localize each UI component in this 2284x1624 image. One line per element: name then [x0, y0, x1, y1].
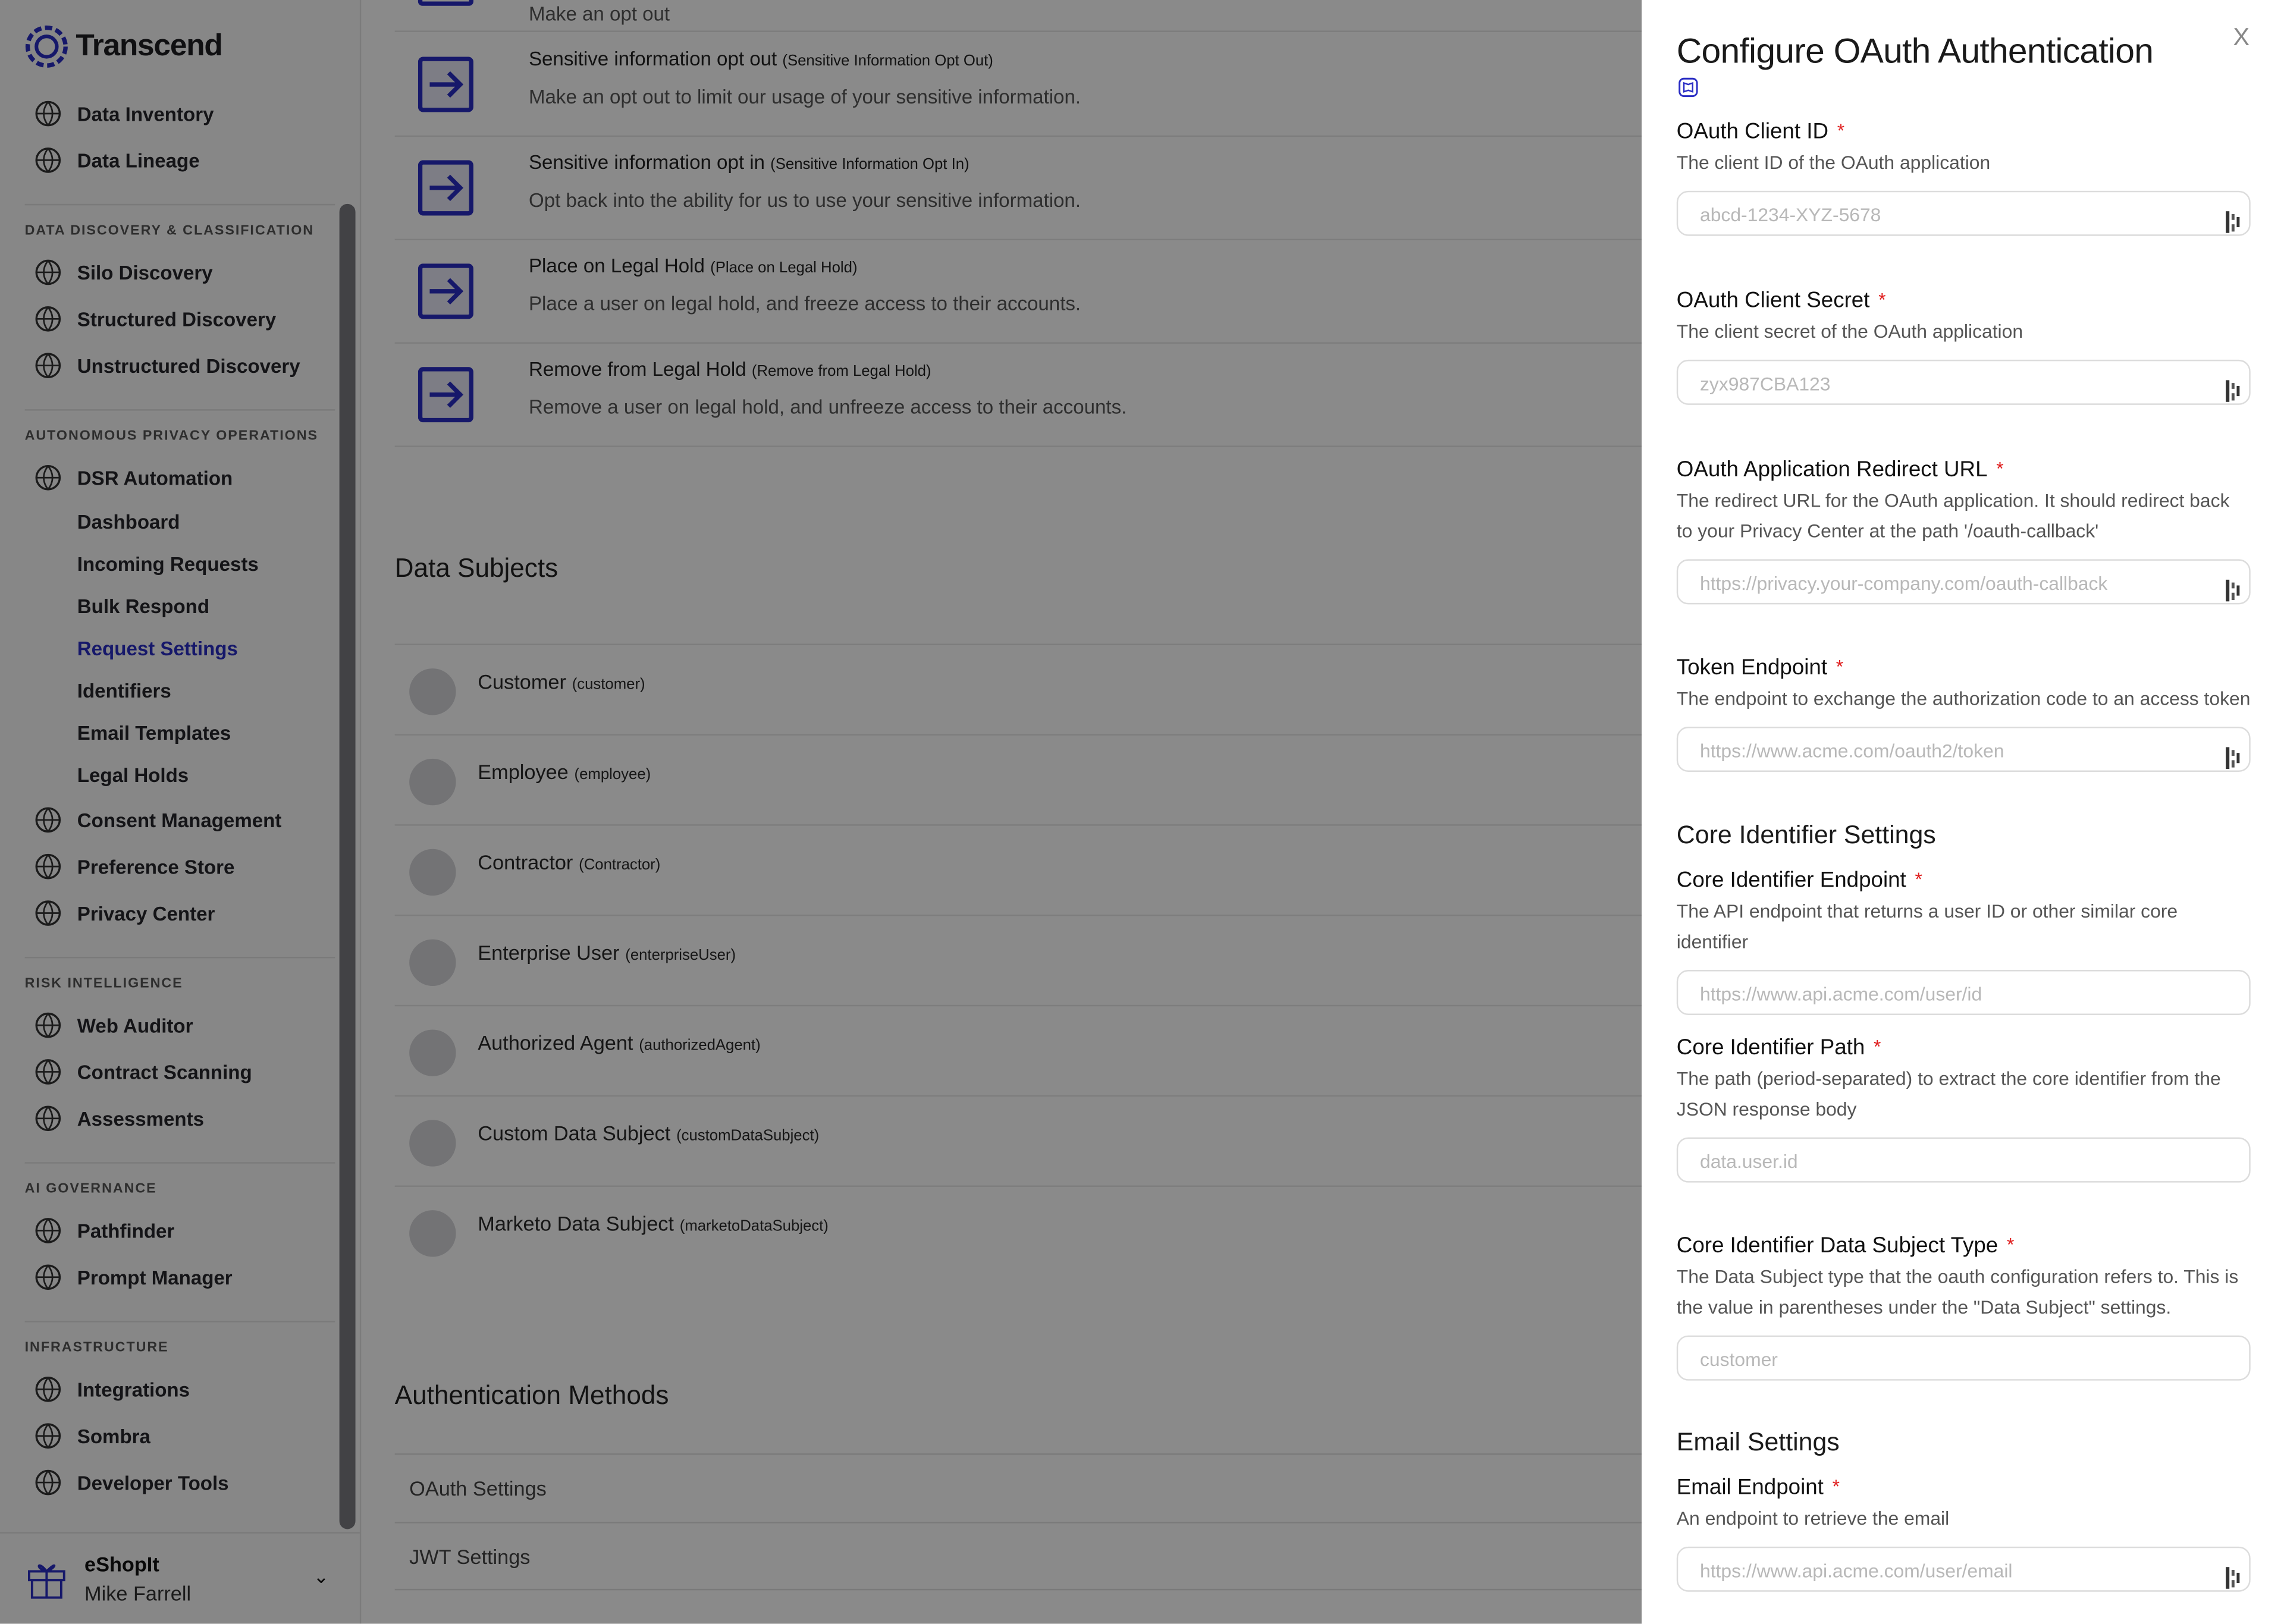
input-placeholder: customer [1699, 1348, 1778, 1371]
field-label-text: Core Identifier Data Subject Type [1676, 1233, 1999, 1258]
form-field-email-endpoint: Email Endpoint * An endpoint to retrieve t… [1676, 1475, 2251, 1592]
form-field-oauth-client-secret: OAuth Client Secret * The client secret of… [1676, 288, 2251, 405]
field-help-text: The client ID of the OAuth application [1676, 151, 1991, 174]
text-input[interactable]: data.user.id [1676, 1137, 2251, 1183]
field-help-text: An endpoint to retrieve the email [1676, 1507, 1950, 1529]
required-asterisk: * [1832, 1475, 1840, 1497]
text-input[interactable]: customer [1676, 1335, 2251, 1381]
core-identifier-settings-heading: Core Identifier Settings [1676, 819, 1936, 849]
text-input[interactable]: https://www.api.acme.com/user/email [1676, 1546, 2251, 1592]
field-label: Core Identifier Path * [1677, 1035, 2251, 1060]
field-label-text: Core Identifier Path [1676, 1035, 1865, 1060]
field-label-text: OAuth Client ID [1676, 119, 1829, 145]
field-label: Token Endpoint * [1677, 655, 2251, 680]
input-placeholder: https://privacy.your-company.com/oauth-c… [1699, 572, 2108, 595]
required-asterisk: * [1874, 1035, 1881, 1057]
password-manager-icon[interactable] [2226, 1560, 2240, 1589]
field-help-text: The redirect URL for the OAuth applicati… [1676, 489, 2230, 542]
field-label: Core Identifier Data Subject Type * [1677, 1233, 2251, 1258]
text-input[interactable]: https://www.acme.com/oauth2/token [1676, 727, 2251, 772]
app-window: Transcend Data Inventory Data Lineage DATA… [0, 0, 2284, 1624]
field-label: Email Endpoint * [1677, 1475, 2251, 1500]
field-label-text: Core Identifier Endpoint [1676, 868, 1906, 893]
form-field-token-endpoint: Token Endpoint * The endpoint to exchange … [1676, 655, 2251, 772]
field-help-text: The Data Subject type that the oauth con… [1676, 1265, 2239, 1318]
close-button[interactable]: X [2233, 23, 2250, 52]
form-field-core-identifier-endpoint: Core Identifier Endpoint * The API endpoin… [1676, 868, 2251, 1015]
input-placeholder: https://www.api.acme.com/user/email [1699, 1559, 2013, 1582]
email-settings-heading: Email Settings [1676, 1427, 1840, 1456]
field-label: OAuth Client ID * [1677, 120, 2251, 145]
input-placeholder: zyx987CBA123 [1699, 372, 1831, 395]
field-help-text: The client secret of the OAuth applicati… [1676, 320, 2023, 343]
drawer-title: Configure OAuth Authentication [1676, 32, 2154, 72]
required-asterisk: * [1836, 655, 1844, 677]
form-field-oauth-client-id: OAuth Client ID * The client ID of the OAu… [1676, 120, 2251, 236]
field-help-text: The endpoint to exchange the authorizati… [1676, 687, 2251, 709]
field-label: OAuth Application Redirect URL * [1677, 457, 2251, 482]
required-asterisk: * [2006, 1233, 2015, 1256]
input-placeholder: data.user.id [1699, 1150, 1798, 1173]
field-label-text: OAuth Application Redirect URL [1676, 457, 1988, 482]
required-asterisk: * [1837, 119, 1845, 142]
text-input[interactable]: https://privacy.your-company.com/oauth-c… [1676, 559, 2251, 605]
field-label: OAuth Client Secret * [1677, 288, 2251, 313]
field-help-text: The path (period-separated) to extract t… [1676, 1067, 2221, 1120]
oauth-config-drawer: Configure OAuth Authentication X Core Id… [1642, 0, 2284, 1624]
text-input[interactable]: https://www.api.acme.com/user/id [1676, 970, 2251, 1015]
input-placeholder: https://www.acme.com/oauth2/token [1699, 740, 2004, 762]
text-input[interactable]: zyx987CBA123 [1676, 359, 2251, 405]
modal-backdrop[interactable] [0, 0, 1642, 1624]
text-input[interactable]: abcd-1234-XYZ-5678 [1676, 190, 2251, 236]
form-field-oauth-application-redirect-url: OAuth Application Redirect URL * The redir… [1676, 457, 2251, 605]
field-label-text: Email Endpoint [1676, 1475, 1824, 1500]
field-label-text: OAuth Client Secret [1676, 288, 1870, 313]
field-help-text: The API endpoint that returns a user ID … [1676, 900, 2178, 953]
password-manager-icon[interactable] [2226, 572, 2240, 602]
required-asterisk: * [1878, 288, 1886, 310]
field-label: Core Identifier Endpoint * [1677, 868, 2251, 893]
password-manager-icon[interactable] [2226, 204, 2240, 233]
input-placeholder: https://www.api.acme.com/user/id [1699, 983, 1982, 1005]
required-asterisk: * [1996, 457, 2004, 479]
documentation-book-icon[interactable] [1678, 77, 1698, 98]
password-manager-icon[interactable] [2226, 740, 2240, 769]
required-asterisk: * [1915, 868, 1922, 890]
input-placeholder: abcd-1234-XYZ-5678 [1699, 203, 1881, 226]
form-field-core-identifier-data-subject-type: Core Identifier Data Subject Type * The Da… [1676, 1233, 2251, 1381]
password-manager-icon[interactable] [2226, 373, 2240, 402]
form-field-core-identifier-path: Core Identifier Path * The path (period-se… [1676, 1035, 2251, 1183]
field-label-text: Token Endpoint [1676, 655, 1828, 680]
